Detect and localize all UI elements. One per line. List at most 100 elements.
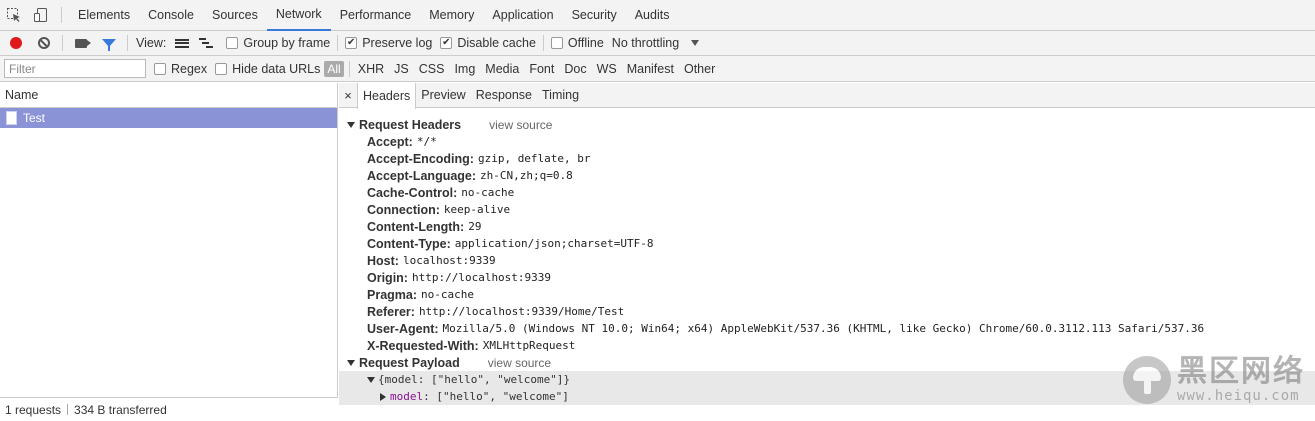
transferred-size: 334 B transferred [74,402,167,417]
disable-cache-checkbox[interactable]: ✔ Disable cache [432,36,536,50]
filter-type-media[interactable]: Media [480,62,524,76]
mushroom-logo-icon [1123,356,1171,404]
payload-value: : ["hello", "welcome"] [423,390,569,403]
checkbox-checked[interactable]: ✔ [345,37,358,49]
tab-response[interactable]: Response [471,83,537,108]
filter-type-font[interactable]: Font [524,62,559,76]
clear-icon [38,37,50,49]
header-name: Content-Length: [367,219,465,234]
filter-type-doc[interactable]: Doc [559,62,591,76]
checkbox-unchecked[interactable] [154,62,166,75]
header-name: Content-Type: [367,236,451,251]
filter-toggle-button[interactable] [95,31,123,56]
header-row: Content-Type: application/json;charset=UT… [339,235,1315,252]
separator [62,35,63,51]
checkbox-unchecked[interactable] [550,37,563,49]
preserve-log-label: Preserve log [362,36,433,50]
header-value: XMLHttpRequest [482,339,576,352]
header-value: 29 [468,220,482,233]
filter-type-js[interactable]: JS [389,62,414,76]
request-payload-title: Request Payload [359,355,460,370]
throttling-value: No throttling [611,36,680,50]
tab-timing[interactable]: Timing [537,83,584,108]
tab-sources[interactable]: Sources [203,0,267,31]
request-name: Test [23,111,46,125]
filter-type-other[interactable]: Other [679,62,720,76]
header-value: Mozilla/5.0 (Windows NT 10.0; Win64; x64… [442,322,1205,335]
header-name: Origin: [367,270,408,285]
filter-type-img[interactable]: Img [449,62,480,76]
hide-data-urls-checkbox[interactable]: Hide data URLs [207,62,320,76]
tab-security[interactable]: Security [563,0,626,31]
record-icon [10,37,22,49]
triangle-right-icon [380,392,386,401]
chevron-down-icon [691,40,700,46]
filter-input[interactable] [4,59,146,78]
watermark-title: 黑区网络 [1177,355,1305,388]
header-value: localhost:9339 [402,254,496,267]
checkbox-checked[interactable]: ✔ [440,37,453,49]
tab-audits[interactable]: Audits [626,0,679,31]
tab-headers[interactable]: Headers [357,82,417,109]
request-headers-section[interactable]: Request Headers view source [339,116,1315,133]
clear-button[interactable] [30,31,58,56]
offline-checkbox[interactable]: Offline [550,36,604,50]
tab-performance[interactable]: Performance [331,0,421,31]
filter-type-css[interactable]: CSS [414,62,450,76]
device-toolbar-icon[interactable] [27,0,54,31]
filter-bar: Regex Hide data URLs All XHR JS CSS Img … [0,56,1315,82]
header-name: Accept: [367,134,413,149]
filter-all-button[interactable]: All [324,60,344,77]
payload-view-source-link[interactable]: view source [488,356,551,370]
regex-checkbox[interactable]: Regex [146,62,207,76]
header-value: keep-alive [443,203,511,216]
header-row: Accept-Encoding: gzip, deflate, br [339,150,1315,167]
filter-type-ws[interactable]: WS [592,62,622,76]
view-source-link[interactable]: view source [489,118,552,132]
header-value: no-cache [421,288,475,301]
group-by-frame-checkbox[interactable]: Group by frame [218,36,330,50]
preserve-log-checkbox[interactable]: ✔ Preserve log [345,36,432,50]
filter-icon [102,39,116,51]
tab-console[interactable]: Console [139,0,203,31]
large-rows-button[interactable] [170,31,194,56]
header-value: */* [416,135,437,148]
request-headers-list: Accept: */* Accept-Encoding: gzip, deflate,… [339,133,1315,354]
close-icon[interactable]: × [339,88,357,103]
regex-label: Regex [171,61,208,76]
request-count: 1 requests [5,402,62,417]
filter-type-xhr[interactable]: XHR [353,62,389,76]
separator [61,7,62,23]
network-status-bar: 1 requests 334 B transferred [0,397,338,421]
separator [542,35,544,51]
tab-preview[interactable]: Preview [416,83,470,108]
throttling-select[interactable]: No throttling [611,36,700,50]
hide-data-urls-label: Hide data URLs [232,61,321,76]
header-row: Origin: http://localhost:9339 [339,269,1315,286]
header-name: Accept-Language: [367,168,477,183]
header-row: Accept-Language: zh-CN,zh;q=0.8 [339,167,1315,184]
header-name: Cache-Control: [367,185,458,200]
filter-type-manifest[interactable]: Manifest [622,62,679,76]
header-name: User-Agent: [367,321,439,336]
header-name: Accept-Encoding: [367,151,474,166]
header-value: zh-CN,zh;q=0.8 [480,169,573,182]
tab-elements[interactable]: Elements [69,0,139,31]
tab-application[interactable]: Application [483,0,562,31]
request-row[interactable]: Test [0,108,337,128]
capture-screenshots-button[interactable] [67,31,95,56]
request-list-pane: Name Test 1 requests 334 B transferred [0,83,338,421]
triangle-down-icon [367,376,375,383]
overview-button[interactable] [194,31,218,56]
header-row: Accept: */* [339,133,1315,150]
tab-network[interactable]: Network [266,0,331,31]
tab-memory[interactable]: Memory [420,0,483,31]
checkbox-unchecked[interactable] [215,62,228,75]
record-button[interactable] [2,31,30,56]
name-column-header[interactable]: Name [0,83,337,108]
inspect-element-icon[interactable] [0,0,27,31]
watermark-text: 黑区网络 www.heiqu.com [1177,355,1305,405]
detail-tab-bar: × Headers Preview Response Timing [339,82,1315,109]
triangle-down-icon [347,121,355,128]
checkbox-unchecked[interactable] [226,37,239,49]
